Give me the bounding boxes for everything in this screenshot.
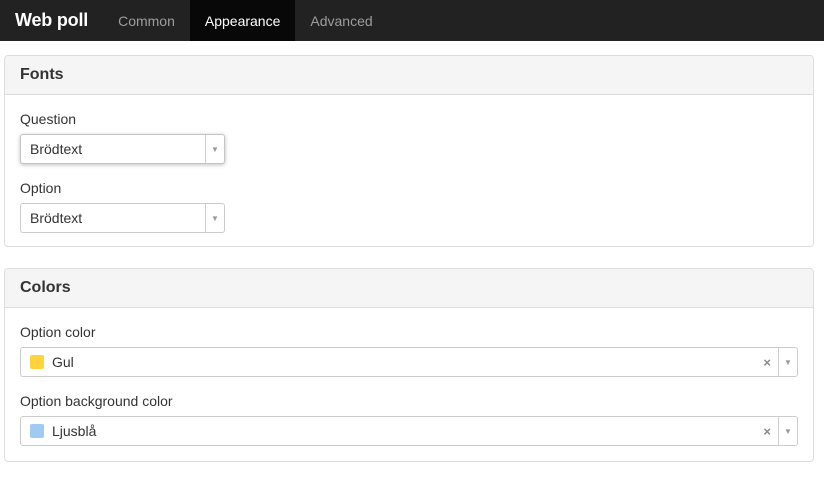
question-font-select[interactable]: Brödtext ▼ bbox=[20, 134, 225, 164]
option-background-color-group: Option background color Ljusblå × ▼ bbox=[20, 393, 798, 446]
chevron-down-icon[interactable]: ▼ bbox=[778, 417, 797, 445]
tab-appearance[interactable]: Appearance bbox=[189, 0, 296, 41]
close-icon[interactable]: × bbox=[763, 417, 771, 445]
color-swatch-icon bbox=[30, 355, 44, 369]
navbar: Web poll Common Appearance Advanced bbox=[0, 0, 824, 41]
colors-panel: Colors Option color Gul × ▼ Option backg… bbox=[4, 268, 814, 462]
fonts-panel: Fonts Question Brödtext ▼ Option Brödtex… bbox=[4, 55, 814, 247]
main-content: Fonts Question Brödtext ▼ Option Brödtex… bbox=[0, 41, 824, 462]
option-font-label: Option bbox=[20, 180, 62, 196]
option-font-value: Brödtext bbox=[30, 210, 83, 226]
option-color-value: Gul bbox=[52, 354, 74, 370]
option-font-select[interactable]: Brödtext ▼ bbox=[20, 203, 225, 233]
option-color-group: Option color Gul × ▼ bbox=[20, 324, 798, 377]
option-background-color-value: Ljusblå bbox=[52, 423, 97, 439]
tab-common[interactable]: Common bbox=[103, 0, 190, 41]
colors-panel-body: Option color Gul × ▼ Option background c… bbox=[5, 308, 813, 461]
question-font-label: Question bbox=[20, 111, 77, 127]
option-font-group: Option Brödtext ▼ bbox=[20, 180, 798, 233]
fonts-panel-body: Question Brödtext ▼ Option Brödtext ▼ bbox=[5, 95, 813, 246]
question-font-value: Brödtext bbox=[30, 141, 83, 157]
chevron-down-icon[interactable]: ▼ bbox=[205, 135, 224, 163]
option-background-color-label: Option background color bbox=[20, 393, 173, 409]
brand-title[interactable]: Web poll bbox=[0, 0, 103, 41]
chevron-down-icon[interactable]: ▼ bbox=[205, 204, 224, 232]
option-color-label: Option color bbox=[20, 324, 96, 340]
option-color-select[interactable]: Gul × ▼ bbox=[20, 347, 798, 377]
question-font-group: Question Brödtext ▼ bbox=[20, 111, 798, 164]
chevron-down-icon[interactable]: ▼ bbox=[778, 348, 797, 376]
fonts-panel-heading: Fonts bbox=[5, 56, 813, 95]
close-icon[interactable]: × bbox=[763, 348, 771, 376]
option-background-color-select[interactable]: Ljusblå × ▼ bbox=[20, 416, 798, 446]
color-swatch-icon bbox=[30, 424, 44, 438]
tab-advanced[interactable]: Advanced bbox=[295, 0, 387, 41]
colors-panel-heading: Colors bbox=[5, 269, 813, 308]
